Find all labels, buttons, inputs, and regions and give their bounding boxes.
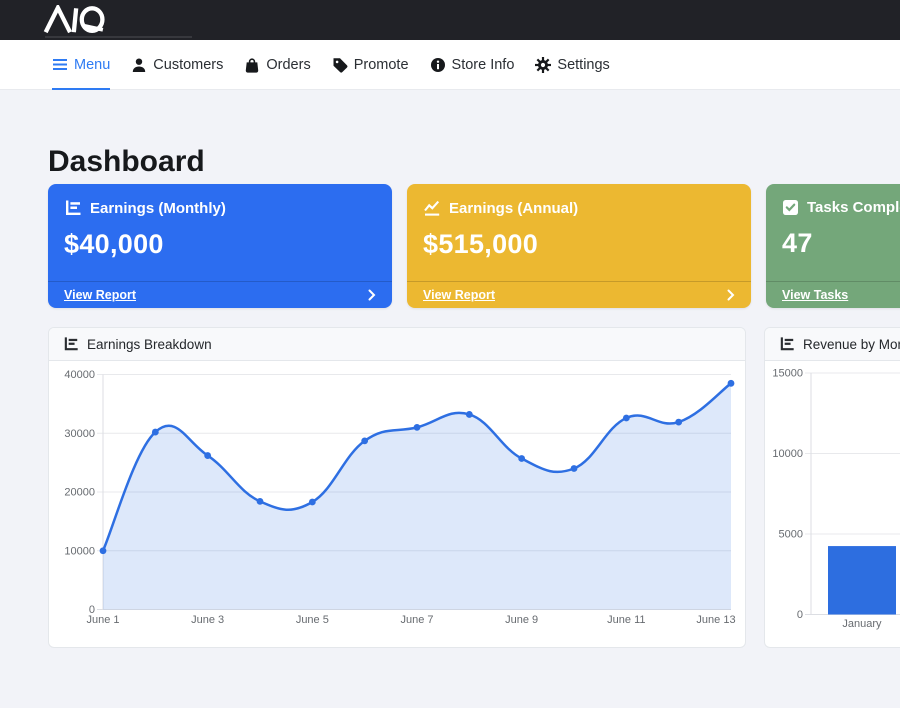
stat-card-title: Tasks Completed <box>807 199 900 216</box>
svg-text:June 7: June 7 <box>400 614 433 626</box>
nav-item-label: Menu <box>74 57 110 73</box>
main-nav: Menu Customers Orders Promote Store Info <box>0 40 900 90</box>
view-report-link[interactable]: View Report <box>423 288 495 302</box>
nav-item-menu[interactable]: Menu <box>52 40 110 89</box>
stat-card-footer: View Report <box>48 281 392 308</box>
earnings-breakdown-chart-area: 010000200003000040000June 1June 3June 5J… <box>49 361 745 646</box>
charts-row: Earnings Breakdown 0 10000 20000 30000 40000… <box>48 327 900 648</box>
menu-icon <box>52 57 68 72</box>
view-report-link[interactable]: View Report <box>64 288 136 302</box>
logo-divider <box>45 36 192 38</box>
stat-card-header: Earnings (Monthly) <box>48 184 392 217</box>
svg-text:30000: 30000 <box>64 428 95 440</box>
svg-text:40000: 40000 <box>64 369 95 381</box>
stat-card-value: $515,000 <box>407 217 751 260</box>
revenue-by-month-chart[interactable]: 0 5000 10000 15000 January <box>765 361 900 646</box>
stat-card-footer: View Tasks <box>766 281 900 308</box>
chart-bar-icon <box>63 336 79 352</box>
stat-card-value: 47 <box>766 216 900 259</box>
revenue-by-month-chart-area: 0 5000 10000 15000 January <box>765 361 900 646</box>
stat-card-header: Earnings (Annual) <box>407 184 751 217</box>
stat-card-title: Earnings (Annual) <box>449 200 578 217</box>
chevron-right-icon[interactable] <box>368 289 376 301</box>
svg-text:June 3: June 3 <box>191 614 224 626</box>
nav-item-settings[interactable]: Settings <box>535 40 609 89</box>
nav-item-promote[interactable]: Promote <box>332 40 409 89</box>
tag-icon <box>332 56 348 73</box>
nav-item-label: Customers <box>153 57 223 73</box>
nav-item-customers[interactable]: Customers <box>131 40 223 89</box>
nav-item-orders[interactable]: Orders <box>244 40 310 89</box>
bag-icon <box>244 57 260 73</box>
earnings-breakdown-chart[interactable]: 010000200003000040000June 1June 3June 5J… <box>49 361 745 646</box>
svg-text:10000: 10000 <box>64 545 95 557</box>
check-square-icon <box>782 199 799 216</box>
stat-card-header: Tasks Completed <box>766 184 900 216</box>
gear-icon <box>535 57 551 73</box>
svg-text:June 13: June 13 <box>696 614 735 626</box>
nav-item-label: Promote <box>354 57 409 73</box>
nav-item-label: Orders <box>266 57 310 73</box>
stat-card-footer: View Report <box>407 281 751 308</box>
chart-card-header: Earnings Breakdown <box>49 328 745 361</box>
chart-card-header: Revenue by Month <box>765 328 900 361</box>
svg-text:June 11: June 11 <box>607 614 645 626</box>
revenue-by-month-card: Revenue by Month 0 5000 10000 15000 January <box>764 327 900 648</box>
stat-cards-row: Earnings (Monthly) $40,000 View Report E… <box>48 184 900 308</box>
svg-text:10000: 10000 <box>772 448 803 460</box>
chart-bar-icon <box>779 336 795 352</box>
nav-item-store-info[interactable]: Store Info <box>430 40 515 89</box>
chevron-right-icon[interactable] <box>727 289 735 301</box>
chart-line-icon <box>423 199 441 217</box>
svg-text:0: 0 <box>797 609 803 621</box>
svg-text:June 9: June 9 <box>505 614 538 626</box>
earnings-breakdown-card: Earnings Breakdown 010000200003000040000… <box>48 327 746 648</box>
info-icon <box>430 57 446 73</box>
person-icon <box>131 57 147 73</box>
svg-text:June 1: June 1 <box>86 614 119 626</box>
nav-item-label: Store Info <box>452 57 515 73</box>
view-tasks-link[interactable]: View Tasks <box>782 288 848 302</box>
stat-card-title: Earnings (Monthly) <box>90 200 226 217</box>
top-app-bar <box>0 0 900 40</box>
nav-item-label: Settings <box>557 57 609 73</box>
chart-title: Earnings Breakdown <box>87 337 212 352</box>
svg-text:5000: 5000 <box>779 529 803 541</box>
svg-text:15000: 15000 <box>772 368 803 380</box>
chart-title: Revenue by Month <box>803 337 900 352</box>
svg-text:January: January <box>842 618 882 630</box>
brand-logo-icon[interactable] <box>40 5 132 35</box>
stat-card-earnings-annual: Earnings (Annual) $515,000 View Report <box>407 184 751 308</box>
svg-text:June 5: June 5 <box>296 614 329 626</box>
chart-bar-icon <box>64 199 82 217</box>
page-title: Dashboard <box>48 147 900 177</box>
stat-card-earnings-monthly: Earnings (Monthly) $40,000 View Report <box>48 184 392 308</box>
stat-card-tasks-completed: Tasks Completed 47 View Tasks <box>766 184 900 308</box>
main-content: Dashboard Earnings (Monthly) $40,000 Vie… <box>0 147 900 648</box>
stat-card-value: $40,000 <box>48 217 392 260</box>
svg-text:20000: 20000 <box>64 487 95 499</box>
